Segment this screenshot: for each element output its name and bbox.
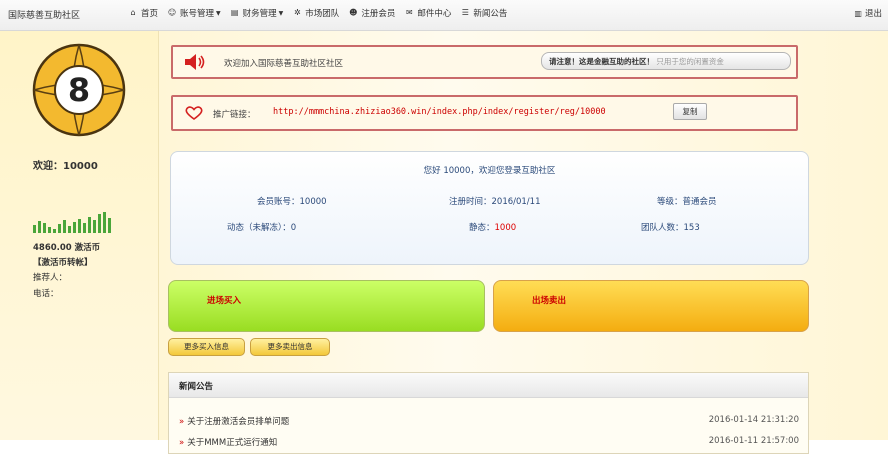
coin-transfer-link[interactable]: 【激活币转帐】 (33, 256, 93, 268)
welcome-message: 欢迎加入国际慈善互助社区社区 (224, 59, 344, 69)
copy-button[interactable]: 复制 (673, 103, 707, 120)
sell-out-button[interactable]: 出场卖出 (493, 280, 809, 332)
nav-home[interactable]: ⌂ 首页 (128, 7, 158, 19)
welcome-text: 欢迎：10000 (33, 161, 98, 172)
home-icon: ⌂ (130, 8, 136, 17)
sidebar: 8 欢迎：10000 4860.00 激活币 【激活币转帐】 推荐人： 电话： (0, 31, 159, 440)
nav-register-member[interactable]: ☻ 注册会员 (348, 7, 395, 19)
activation-coin-balance: 4860.00 激活币 (33, 243, 101, 253)
account-greeting: 您好 10000，欢迎您登录互助社区 (423, 166, 556, 176)
static-balance: 静态：1000 (469, 223, 517, 233)
news-date: 2016-01-11 21:57:00 (708, 436, 799, 446)
avatar-number-icon: 8 (68, 71, 90, 109)
logout-icon: ▥ (854, 8, 862, 18)
main-content: 欢迎加入国际慈善互助社区社区 请注意！这是金融互助的社区！ 只用于您的闲置资金 … (159, 31, 888, 454)
news-item[interactable]: » 关于注册激活会员排单问题 2016-01-14 21:31:20 (179, 415, 799, 427)
speaker-icon (185, 54, 205, 70)
news-icon: ☰ (461, 8, 469, 17)
buy-in-button[interactable]: 进场买入 (168, 280, 485, 332)
chevron-down-icon: ▼ (278, 9, 284, 17)
news-header: 新闻公告 (169, 373, 808, 398)
wallet-icon: ▤ (230, 8, 239, 17)
team-icon: ✲ (293, 8, 301, 17)
avatar: 8 (32, 43, 126, 137)
notice-banner: 欢迎加入国际慈善互助社区社区 请注意！这是金融互助的社区！ 只用于您的闲置资金 (171, 45, 798, 79)
register-time: 注册时间：2016/01/11 (449, 197, 541, 207)
nav-market-team[interactable]: ✲ 市场团队 (292, 7, 339, 19)
chevron-down-icon: ▼ (216, 9, 221, 17)
nav-mail-center[interactable]: ✉ 邮件中心 (404, 7, 451, 19)
top-navigation-bar: 国际慈善互助社区 ⌂ 首页 ☺ 账号管理 ▼ ▤ 财务管理 ▼ ✲ 市场团队 ☻ 注册会员 ✉… (0, 0, 888, 31)
account-info-panel: 您好 10000，欢迎您登录互助社区 会员账号：10000 注册时间：2016/… (170, 151, 809, 265)
mail-icon: ✉ (405, 8, 413, 17)
site-title: 国际慈善互助社区 (8, 11, 81, 21)
main-nav: ⌂ 首页 ☺ 账号管理 ▼ ▤ 财务管理 ▼ ✲ 市场团队 ☻ 注册会员 ✉ 邮件中心 ☰ 新闻公… (128, 7, 516, 19)
news-date: 2016-01-14 21:31:20 (708, 415, 799, 425)
team-size: 团队人数：153 (641, 223, 700, 233)
news-panel: 新闻公告 » 关于注册激活会员排单问题 2016-01-14 21:31:20 » 关… (168, 372, 809, 454)
user-icon: ☺ (167, 8, 177, 17)
add-user-icon: ☻ (349, 8, 358, 17)
more-buy-info-button[interactable]: 更多买入信息 (168, 338, 245, 356)
news-title: 新闻公告 (179, 382, 214, 392)
nav-news[interactable]: ☰ 新闻公告 (460, 7, 508, 19)
referral-link-url[interactable]: http://mmmchina.zhiziao360.win/index.php… (273, 107, 606, 117)
nav-account-management[interactable]: ☺ 账号管理 ▼ (167, 7, 221, 19)
nav-finance-management[interactable]: ▤ 财务管理 ▼ (230, 7, 284, 19)
risk-warning-box: 请注意！这是金融互助的社区！ 只用于您的闲置资金 (541, 52, 791, 70)
member-level: 等级：普通会员 (657, 197, 717, 207)
news-item[interactable]: » 关于MMM正式运行通知 2016-01-11 21:57:00 (179, 436, 799, 448)
referrer-label: 推荐人： (33, 273, 68, 283)
signal-bars-icon (33, 211, 111, 233)
phone-label: 电话： (33, 289, 59, 299)
dynamic-frozen: 动态（未解冻）：0 (227, 223, 297, 233)
heart-icon (185, 106, 203, 120)
logout-button[interactable]: ▥ 退出 (854, 7, 882, 20)
static-value: 1000 (494, 223, 517, 233)
more-sell-info-button[interactable]: 更多卖出信息 (250, 338, 330, 356)
arrow-right-icon: » (179, 417, 185, 427)
member-id: 会员账号：10000 (257, 197, 327, 207)
referral-link-label: 推广链接： (213, 110, 256, 120)
referral-link-banner: 推广链接： http://mmmchina.zhiziao360.win/ind… (171, 95, 798, 131)
